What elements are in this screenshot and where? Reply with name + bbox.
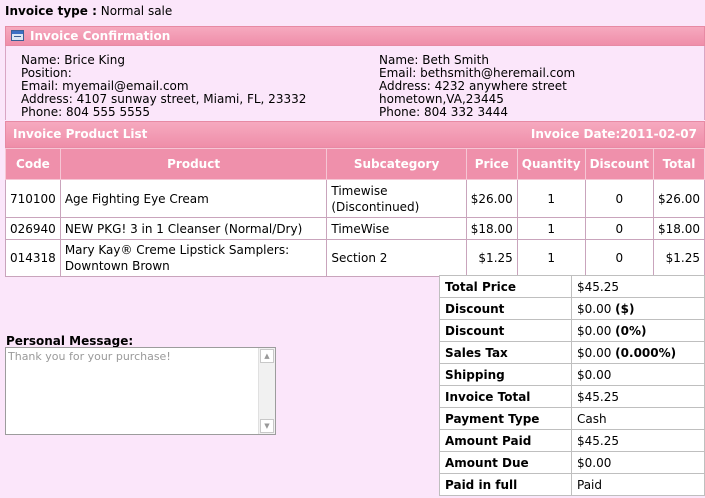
col-header-code: Code <box>5 148 61 180</box>
totals-row: Discount $0.00 ($) <box>439 297 705 320</box>
customer-contact: Name: Beth Smith Email: bethsmith@herema… <box>379 54 575 119</box>
personal-message-textarea[interactable]: Thank you for your purchase! ▲ ▼ <box>5 347 276 435</box>
totals-value: $0.00 (0.000%) <box>571 341 705 364</box>
invoice-type-value: Normal sale <box>100 4 173 18</box>
invoice-type-label: Invoice type : <box>5 4 97 18</box>
cell-code: 710100 <box>5 179 61 218</box>
totals-row: Paid in full Paid <box>439 473 705 496</box>
cell-quantity: 1 <box>516 239 586 277</box>
cell-price: $18.00 <box>465 217 518 240</box>
totals-value: $45.25 <box>571 385 705 408</box>
col-header-total: Total <box>652 148 705 180</box>
customer-phone: Phone: 804 332 3444 <box>379 105 509 119</box>
cell-total: $18.00 <box>652 217 705 240</box>
product-list-header: Invoice Product List Invoice Date:2011-0… <box>5 121 705 148</box>
cell-price: $26.00 <box>465 179 518 218</box>
totals-label: Invoice Total <box>439 385 572 408</box>
cell-quantity: 1 <box>516 217 586 240</box>
totals-label: Shipping <box>439 363 572 386</box>
totals-label: Discount <box>439 319 572 342</box>
totals-value: $0.00 <box>571 451 705 474</box>
table-row: 014318 Mary Kay® Creme Lipstick Samplers… <box>5 239 705 277</box>
scroll-up-arrow-icon[interactable]: ▲ <box>260 349 274 363</box>
totals-row: Total Price $45.25 <box>439 275 705 298</box>
col-header-quantity: Quantity <box>516 148 586 180</box>
totals-value: $45.25 <box>571 429 705 452</box>
table-row: 710100 Age Fighting Eye Cream Timewise (… <box>5 179 705 218</box>
totals-label: Amount Due <box>439 451 572 474</box>
seller-phone: Phone: 804 555 5555 <box>21 105 151 119</box>
totals-label: Sales Tax <box>439 341 572 364</box>
col-header-discount: Discount <box>584 148 654 180</box>
totals-row: Amount Paid $45.25 <box>439 429 705 452</box>
personal-message-label: Personal Message: <box>6 334 134 348</box>
cell-product: NEW PKG! 3 in 1 Cleanser (Normal/Dry) <box>59 217 328 240</box>
totals-label: Amount Paid <box>439 429 572 452</box>
cell-total: $1.25 <box>652 239 705 277</box>
cell-subcategory: Timewise (Discontinued) <box>326 179 467 218</box>
cell-discount: 0 <box>584 179 654 218</box>
invoice-date: Invoice Date:2011-02-07 <box>530 127 697 141</box>
invoice-confirmation-title: Invoice Confirmation <box>30 29 171 43</box>
product-list-title: Invoice Product List <box>13 127 148 141</box>
totals-row: Sales Tax $0.00 (0.000%) <box>439 341 705 364</box>
cell-code: 026940 <box>5 217 61 240</box>
col-header-price: Price <box>465 148 518 180</box>
cell-product: Age Fighting Eye Cream <box>59 179 328 218</box>
totals-label: Discount <box>439 297 572 320</box>
totals-value: $0.00 <box>571 363 705 386</box>
cell-price: $1.25 <box>465 239 518 277</box>
totals-label: Payment Type <box>439 407 572 430</box>
cell-total: $26.00 <box>652 179 705 218</box>
totals-row: Invoice Total $45.25 <box>439 385 705 408</box>
totals-value: $0.00 ($) <box>571 297 705 320</box>
col-header-subcategory: Subcategory <box>326 148 467 180</box>
cell-discount: 0 <box>584 217 654 240</box>
product-table-header-row: Code Product Subcategory Price Quantity … <box>5 148 705 180</box>
cell-code: 014318 <box>5 239 61 277</box>
scroll-down-arrow-icon[interactable]: ▼ <box>260 419 274 433</box>
invoice-type: Invoice type : Normal sale <box>5 4 172 18</box>
totals-row: Discount $0.00 (0%) <box>439 319 705 342</box>
totals-table: Total Price $45.25 Discount $0.00 ($) Di… <box>439 275 705 496</box>
textarea-scrollbar[interactable]: ▲ ▼ <box>258 348 275 434</box>
cell-discount: 0 <box>584 239 654 277</box>
table-row: 026940 NEW PKG! 3 in 1 Cleanser (Normal/… <box>5 217 705 240</box>
totals-label: Total Price <box>439 275 572 298</box>
cell-product: Mary Kay® Creme Lipstick Samplers: Downt… <box>59 239 328 277</box>
totals-value: $45.25 <box>571 275 705 298</box>
col-header-product: Product <box>59 148 328 180</box>
product-table: Code Product Subcategory Price Quantity … <box>5 148 705 277</box>
totals-row: Shipping $0.00 <box>439 363 705 386</box>
totals-label: Paid in full <box>439 473 572 496</box>
cell-subcategory: TimeWise <box>326 217 467 240</box>
cell-quantity: 1 <box>516 179 586 218</box>
contact-details: Name: Brice King Position: Email: myemai… <box>5 46 705 120</box>
totals-value: Paid <box>571 473 705 496</box>
totals-value: $0.00 (0%) <box>571 319 705 342</box>
totals-value: Cash <box>571 407 705 430</box>
window-icon <box>11 30 24 41</box>
totals-row: Amount Due $0.00 <box>439 451 705 474</box>
totals-row: Payment Type Cash <box>439 407 705 430</box>
invoice-confirmation-header: Invoice Confirmation <box>5 26 705 46</box>
seller-contact: Name: Brice King Position: Email: myemai… <box>21 54 306 119</box>
cell-subcategory: Section 2 <box>326 239 467 277</box>
personal-message-placeholder: Thank you for your purchase! <box>8 350 171 363</box>
